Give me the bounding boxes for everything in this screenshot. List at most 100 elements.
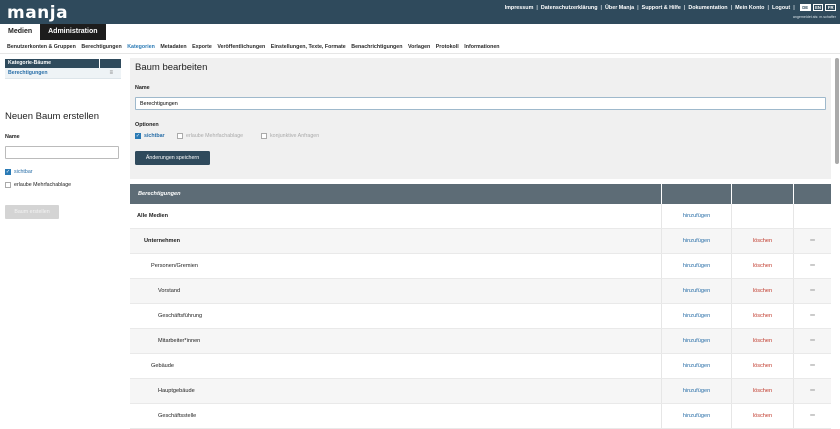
add-child-link[interactable]: hinzufügen [662,404,732,428]
create-tree-button[interactable]: Baum erstellen [5,205,59,219]
add-child-link[interactable]: hinzufügen [662,204,732,228]
visible-checkbox[interactable]: ✓ sichtbar [135,133,165,139]
check-icon: ✓ [135,133,141,139]
subnav-informationen[interactable]: Informationen [464,44,499,50]
edit-name-input[interactable] [135,97,826,110]
add-child-link[interactable]: hinzufügen [662,329,732,353]
subnav-kategorien[interactable]: Kategorien [127,44,155,50]
admin-subnav: Benutzerkonten & Gruppen Berechtigungen … [0,40,840,54]
new-tree-multi-checkbox[interactable]: erlaube Mehrfachablage [5,182,71,188]
drag-handle-icon[interactable]: ═ [794,379,831,403]
tab-medien[interactable]: Medien [0,24,41,40]
category-label: Mitarbeiter*innen [130,329,662,353]
tree-table: Berechtigungen Alle Medien hinzufügen Unte… [130,184,831,429]
save-changes-button[interactable]: Änderungen speichern [135,151,210,165]
delete-link[interactable]: löschen [732,254,794,278]
drag-handle-icon[interactable]: ═ [794,229,831,253]
category-label: Gebäude [130,354,662,378]
drag-handle-icon[interactable]: ═ [794,329,831,353]
link-ueber-manja[interactable]: Über Manja [605,5,634,11]
add-child-link[interactable]: hinzufügen [662,229,732,253]
add-child-link[interactable]: hinzufügen [662,304,732,328]
delete-link[interactable]: löschen [732,329,794,353]
logged-in-user: angemeldet als: m.schaffer [792,15,836,19]
drag-handle-icon[interactable]: ═ [794,279,831,303]
link-mein-konto[interactable]: Mein Konto [735,5,764,11]
subnav-benutzerkonten[interactable]: Benutzerkonten & Gruppen [7,44,76,50]
drag-handle-icon [794,204,831,228]
options-label: Optionen [135,122,159,128]
category-label: Alle Medien [130,204,662,228]
tab-administration[interactable]: Administration [40,24,106,40]
subnav-exporte[interactable]: Exporte [192,44,212,50]
new-tree-visible-checkbox[interactable]: ✓ sichtbar [5,169,33,175]
table-row: Gebäude hinzufügen löschen ═ [130,354,831,379]
lang-de[interactable]: DE [799,4,811,11]
tree-table-header: Berechtigungen [130,184,831,204]
lang-en[interactable]: EN [812,4,824,11]
subnav-metadaten[interactable]: Metadaten [160,44,186,50]
table-row: Hauptgebäude hinzufügen löschen ═ [130,379,831,404]
subnav-einstellungen[interactable]: Einstellungen, Texte, Formate [271,44,346,50]
top-nav: Impressum | Datenschutzerklärung | Über Ma… [505,4,836,11]
category-label: Vorstand [130,279,662,303]
category-label: Geschäftsstelle [130,404,662,428]
tree-list-header: Kategorie-Bäume [5,59,121,68]
delete-link[interactable]: löschen [732,304,794,328]
new-tree-title: Neuen Baum erstellen [5,111,99,122]
link-logout[interactable]: Logout [772,5,790,11]
subnav-benachrichtigungen[interactable]: Benachrichtigungen [351,44,402,50]
add-child-link[interactable]: hinzufügen [662,279,732,303]
category-label: Personen/Gremien [130,254,662,278]
edit-tree-panel: Baum bearbeiten Name Optionen ✓ sichtbar… [130,58,831,179]
delete-link [732,204,794,228]
table-row: Unternehmen hinzufügen löschen ═ [130,229,831,254]
subnav-berechtigungen[interactable]: Berechtigungen [81,44,121,50]
link-impressum[interactable]: Impressum [505,5,534,11]
add-child-link[interactable]: hinzufügen [662,379,732,403]
main-tabs: Medien Administration [0,24,106,40]
multi-placement-checkbox[interactable]: erlaube Mehrfachablage [177,133,243,139]
top-bar: manja Impressum | Datenschutzerklärung | Ü… [0,0,840,24]
manja-logo[interactable]: manja [7,3,68,23]
table-row: Personen/Gremien hinzufügen löschen ═ [130,254,831,279]
drag-handle-icon[interactable]: ═ [794,304,831,328]
new-tree-name-label: Name [5,134,20,140]
tree-list: Kategorie-Bäume Berechtigungen ≡ [5,59,121,79]
subnav-protokoll[interactable]: Protokoll [436,44,459,50]
table-row: Mitarbeiter*innen hinzufügen löschen ═ [130,329,831,354]
delete-link[interactable]: löschen [732,404,794,428]
drag-handle-icon[interactable]: ═ [794,404,831,428]
check-icon: ✓ [5,169,11,175]
new-tree-name-input[interactable] [5,146,119,159]
drag-handle-icon[interactable]: ═ [794,254,831,278]
edit-tree-title: Baum bearbeiten [135,62,208,73]
table-row: Alle Medien hinzufügen [130,204,831,229]
add-child-link[interactable]: hinzufügen [662,354,732,378]
subnav-veroeffentlichungen[interactable]: Veröffentlichungen [217,44,265,50]
conjunctive-checkbox[interactable]: konjunktive Anfragen [261,133,319,139]
table-row: Geschäftsführung hinzufügen löschen ═ [130,304,831,329]
link-datenschutz[interactable]: Datenschutzerklärung [541,5,598,11]
delete-link[interactable]: löschen [732,379,794,403]
link-dokumentation[interactable]: Dokumentation [688,5,727,11]
category-label: Hauptgebäude [130,379,662,403]
add-child-link[interactable]: hinzufügen [662,254,732,278]
tree-item-berechtigungen[interactable]: Berechtigungen ≡ [5,68,121,79]
tree-table-body: Alle Medien hinzufügen Unternehmen hinzufüg… [130,204,831,429]
link-support[interactable]: Support & Hilfe [642,5,681,11]
left-panel: Kategorie-Bäume Berechtigungen ≡ Neuen B… [0,58,126,425]
delete-link[interactable]: löschen [732,279,794,303]
category-label: Unternehmen [130,229,662,253]
edit-name-label: Name [135,85,150,91]
table-row: Geschäftsstelle hinzufügen löschen ═ [130,404,831,429]
category-label: Geschäftsführung [130,304,662,328]
drag-handle-icon[interactable]: ═ [794,354,831,378]
subnav-vorlagen[interactable]: Vorlagen [408,44,430,50]
table-row: Vorstand hinzufügen löschen ═ [130,279,831,304]
drag-handle-icon[interactable]: ≡ [109,68,113,79]
delete-link[interactable]: löschen [732,354,794,378]
delete-link[interactable]: löschen [732,229,794,253]
lang-fr[interactable]: FR [825,4,836,11]
scrollbar[interactable] [835,58,839,164]
